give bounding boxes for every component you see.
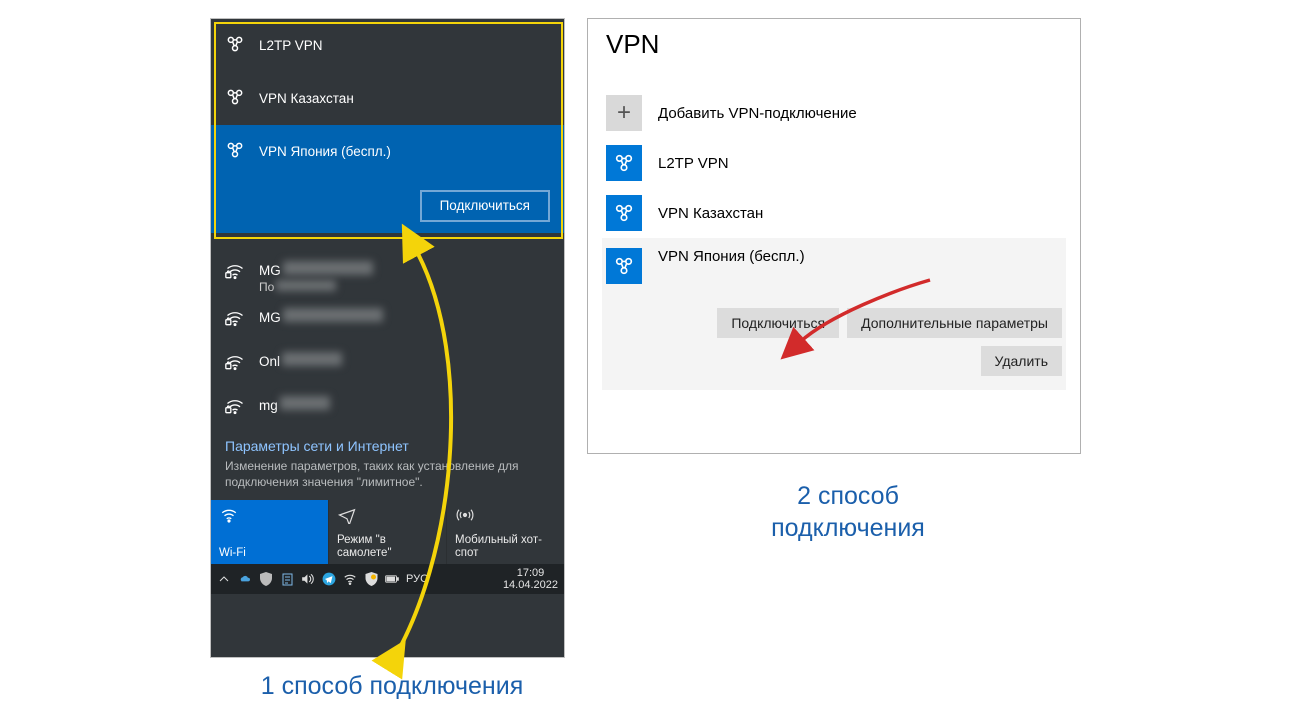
page-title: VPN: [606, 29, 1066, 60]
wifi-sub: По: [259, 280, 274, 294]
add-vpn-label: Добавить VPN-подключение: [658, 105, 857, 122]
settings-advanced-button[interactable]: Дополнительные параметры: [847, 308, 1062, 338]
vpn-icon: [225, 140, 245, 163]
tile-label: Wi-Fi: [219, 547, 320, 560]
tray-onedrive-icon[interactable]: [238, 572, 252, 586]
wifi-icon: [219, 506, 320, 526]
vpn-connection-list: L2TP VPN VPN Казахстан VPN Япония (беспл…: [211, 19, 564, 233]
tray-chevron-icon[interactable]: [217, 572, 231, 586]
vpn-item-label: L2TP VPN: [259, 38, 323, 53]
vpn-icon: [606, 248, 642, 284]
tray-telegram-icon[interactable]: [322, 572, 336, 586]
vpn-item-kazakhstan[interactable]: VPN Казахстан: [211, 72, 564, 125]
tray-volume-icon[interactable]: [301, 572, 315, 586]
vpn-icon: [225, 87, 245, 110]
airplane-icon: [337, 506, 438, 526]
settings-connect-button[interactable]: Подключиться: [717, 308, 839, 338]
wifi-network-list: MG По MG Onl: [211, 253, 564, 432]
vpn-connect-area: Подключиться: [211, 178, 564, 233]
wifi-name: Onl: [259, 354, 280, 369]
vpn-item-label: VPN Казахстан: [259, 91, 354, 106]
network-settings-description: Изменение параметров, таких как установл…: [211, 456, 564, 500]
caption-method-2: 2 способ подключения: [748, 480, 948, 544]
vpn-icon: [606, 195, 642, 231]
vpn-icon: [606, 145, 642, 181]
caption-method-1: 1 способ подключения: [252, 670, 532, 702]
tile-label: Режим "в самолете": [337, 534, 438, 560]
tile-wifi[interactable]: Wi-Fi: [211, 500, 329, 564]
wifi-secure-icon: [225, 352, 245, 375]
wifi-network-item[interactable]: Onl: [211, 344, 564, 388]
plus-icon: +: [606, 95, 642, 131]
quick-action-tiles: Wi-Fi Режим "в самолете" Мобильный хот-с…: [211, 500, 564, 564]
wifi-network-item[interactable]: MG: [211, 300, 564, 344]
vpn-settings-panel: VPN + Добавить VPN-подключение L2TP VPN …: [587, 18, 1081, 454]
network-settings-link[interactable]: Параметры сети и Интернет: [211, 432, 564, 456]
vpn-settings-item-japan[interactable]: VPN Япония (беспл.) Подключиться Дополни…: [602, 238, 1066, 390]
vpn-item-l2tp[interactable]: L2TP VPN: [211, 19, 564, 72]
vpn-icon: [225, 34, 245, 57]
clock-date: 14.04.2022: [503, 579, 558, 591]
wifi-network-item[interactable]: MG По: [211, 253, 564, 300]
vpn-settings-label: L2TP VPN: [658, 155, 729, 172]
hotspot-icon: [455, 506, 556, 526]
vpn-settings-item-kazakhstan[interactable]: VPN Казахстан: [602, 188, 1066, 238]
wifi-name: mg: [259, 398, 278, 413]
wifi-name: MG: [259, 263, 281, 278]
tile-hotspot[interactable]: Мобильный хот-спот: [447, 500, 564, 564]
tray-security-icon[interactable]: [364, 572, 378, 586]
add-vpn-row[interactable]: + Добавить VPN-подключение: [602, 88, 1066, 138]
settings-delete-button[interactable]: Удалить: [981, 346, 1062, 376]
vpn-action-buttons: Подключиться Дополнительные параметры Уд…: [606, 308, 1062, 376]
taskbar: РУС 17:09 14.04.2022: [211, 564, 564, 594]
vpn-settings-label: VPN Япония (беспл.): [658, 248, 805, 265]
tile-airplane[interactable]: Режим "в самолете": [329, 500, 447, 564]
wifi-name: MG: [259, 310, 281, 325]
vpn-item-label: VPN Япония (беспл.): [259, 144, 391, 159]
tray-clock[interactable]: 17:09 14.04.2022: [503, 567, 558, 591]
tray-shield-icon[interactable]: [259, 572, 273, 586]
wifi-network-item[interactable]: mg: [211, 388, 564, 432]
wifi-secure-icon: [225, 308, 245, 331]
tile-label: Мобильный хот-спот: [455, 534, 556, 560]
connect-button[interactable]: Подключиться: [420, 190, 550, 222]
vpn-item-japan[interactable]: VPN Япония (беспл.): [211, 125, 564, 178]
clock-time: 17:09: [503, 567, 558, 579]
wifi-secure-icon: [225, 396, 245, 419]
tray-wifi-icon[interactable]: [343, 572, 357, 586]
vpn-settings-label: VPN Казахстан: [658, 205, 763, 222]
tray-document-icon[interactable]: [280, 572, 294, 586]
vpn-settings-item-l2tp[interactable]: L2TP VPN: [602, 138, 1066, 188]
tray-battery-icon[interactable]: [385, 572, 399, 586]
wifi-secure-icon: [225, 261, 245, 284]
tray-language[interactable]: РУС: [406, 573, 428, 585]
network-flyout: L2TP VPN VPN Казахстан VPN Япония (беспл…: [210, 18, 565, 658]
